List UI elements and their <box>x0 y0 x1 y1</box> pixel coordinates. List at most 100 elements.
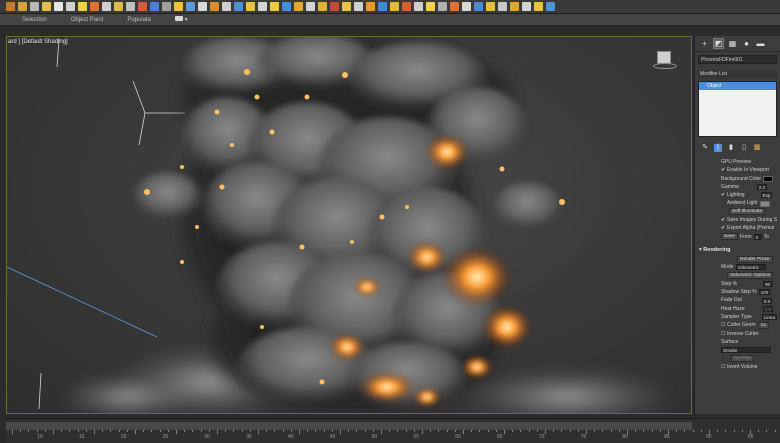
pivot-icon[interactable] <box>174 2 183 11</box>
window-crossing-icon[interactable] <box>114 2 123 11</box>
unlink-icon[interactable] <box>42 2 51 11</box>
scale-icon[interactable] <box>150 2 159 11</box>
configure-sets-icon[interactable]: ▩ <box>753 144 761 152</box>
particle-icon[interactable] <box>486 2 495 11</box>
cutter-geom-checkbox[interactable]: ☐ Cutter Geom Sc <box>721 321 780 329</box>
viewport-label[interactable]: ard ] [Default Shading] <box>8 39 68 45</box>
make-unique-icon[interactable]: ▮ <box>727 144 735 152</box>
activeshade-icon[interactable] <box>390 2 399 11</box>
timeline-tick <box>372 430 374 432</box>
cutter-geom-button[interactable]: Sc <box>757 321 770 329</box>
inverse-cutter-checkbox[interactable]: ☐ Inverse Cutter <box>721 330 780 338</box>
filter-icon[interactable] <box>66 2 75 11</box>
perspective-viewport[interactable]: ard ] [Default Shading] <box>6 36 692 414</box>
named-selection-icon[interactable] <box>246 2 255 11</box>
ambient-light-swatch[interactable] <box>759 200 770 207</box>
surface-dropdown[interactable]: Smoke <box>721 347 771 354</box>
render-icon[interactable] <box>366 2 375 11</box>
material-editor-icon[interactable] <box>330 2 339 11</box>
mode-dropdown[interactable]: Volumetric <box>735 264 766 271</box>
viewcube[interactable] <box>653 49 677 69</box>
ribbon-options-icon[interactable]: ▾ <box>175 16 188 23</box>
spinner-snap-icon[interactable] <box>234 2 243 11</box>
placement-icon[interactable] <box>162 2 171 11</box>
light-icon[interactable] <box>426 2 435 11</box>
pin-stack-icon[interactable]: ✎ <box>701 144 709 152</box>
move-icon[interactable] <box>126 2 135 11</box>
phoenix-icon[interactable] <box>402 2 411 11</box>
create-tab-icon[interactable]: + <box>700 39 709 48</box>
help-icon[interactable] <box>546 2 555 11</box>
enable-in-viewport-checkbox[interactable]: ✔ Enable In Viewport <box>721 166 780 174</box>
fade-out-field[interactable]: 0.0 <box>761 297 773 304</box>
angle-snap-icon[interactable] <box>210 2 219 11</box>
curve-editor-icon[interactable] <box>306 2 315 11</box>
force-icon[interactable] <box>498 2 507 11</box>
timeline-ruler[interactable]: 10 15 20 25 30 35 40 45 50 55 60 65 70 75 80 85 90 95 <box>6 430 780 443</box>
schematic-icon[interactable] <box>318 2 327 11</box>
ribbon-tab-selection[interactable]: Selection <box>22 17 47 23</box>
snap-icon[interactable] <box>198 2 207 11</box>
save-images-checkbox[interactable]: ✔ Save Images During S <box>721 216 780 224</box>
from-field[interactable]: 0 <box>753 233 762 240</box>
rect-select-icon[interactable] <box>102 2 111 11</box>
vray-icon[interactable] <box>414 2 423 11</box>
wind-icon[interactable] <box>510 2 519 11</box>
render-frame-icon[interactable] <box>354 2 363 11</box>
modify-tab-icon[interactable]: ◩ <box>713 38 724 49</box>
volumetric-options-button[interactable]: Volumetric Options <box>727 272 774 280</box>
drag-icon[interactable] <box>534 2 543 11</box>
background-color-swatch[interactable] <box>763 175 774 182</box>
modifier-list-dropdown[interactable]: Modifier List <box>698 70 777 79</box>
rendering-rollout-header[interactable]: ▾ Rendering <box>695 246 780 255</box>
align-icon[interactable] <box>270 2 279 11</box>
ribbon-tab-populate[interactable]: Populate <box>127 17 151 23</box>
step-field[interactable]: 90 <box>763 281 774 287</box>
fire-source-icon[interactable] <box>450 2 459 11</box>
ribbon-tab-object-paint[interactable]: Object Paint <box>71 17 104 23</box>
heat-haze-field[interactable]: 1.0 <box>762 305 774 312</box>
layer-explorer-icon[interactable] <box>294 2 303 11</box>
modifier-stack[interactable]: Object <box>698 81 777 137</box>
save-button[interactable]: Save <box>721 233 738 241</box>
redo-icon[interactable] <box>18 2 27 11</box>
select-icon[interactable] <box>78 2 87 11</box>
display-tab-icon[interactable]: ▬ <box>756 39 765 48</box>
simulator-icon[interactable] <box>462 2 471 11</box>
gpu-preview-rollout: GPU Preview ✔ Enable In Viewport Backgrou… <box>695 158 780 241</box>
bind-icon[interactable] <box>54 2 63 11</box>
lighting-mode-dropdown[interactable]: Exp <box>760 192 773 199</box>
invert-volume-checkbox[interactable]: ☐ Invert Volume <box>721 363 780 371</box>
select-manipulate-icon[interactable] <box>186 2 195 11</box>
sampler-type-dropdown[interactable]: Linea <box>761 314 778 321</box>
timeline-tick <box>684 430 686 432</box>
shadow-step-field[interactable]: 100 <box>758 289 771 296</box>
self-illuminate-button[interactable]: Self Illuminate <box>729 208 766 216</box>
viewcube-face[interactable] <box>657 51 671 64</box>
remove-modifier-icon[interactable]: ▯ <box>740 144 748 152</box>
render-preset-button[interactable]: Render Prese <box>737 255 773 263</box>
lighting-checkbox[interactable]: ✔ Lighting Exp <box>721 191 780 199</box>
show-end-result-icon[interactable]: | <box>714 143 722 152</box>
timeline[interactable]: 10 15 20 25 30 35 40 45 50 55 60 65 70 75 80 85 90 95 <box>6 418 780 443</box>
mirror-icon[interactable] <box>258 2 267 11</box>
select-name-icon[interactable] <box>90 2 99 11</box>
vortex-icon[interactable] <box>522 2 531 11</box>
render-setup-icon[interactable] <box>342 2 351 11</box>
no-plus-button[interactable]: No Plus <box>731 355 754 363</box>
time-slider-track[interactable] <box>6 422 692 430</box>
export-alpha-checkbox[interactable]: ✔ Export Alpha (Premul <box>721 224 780 232</box>
camera-icon[interactable] <box>438 2 447 11</box>
scene-explorer-icon[interactable] <box>282 2 291 11</box>
gamma-field[interactable]: 2.2 <box>756 184 768 191</box>
stack-item-object[interactable]: Object <box>699 82 776 90</box>
object-name-field[interactable]: PhoenixFDFire001 <box>698 55 777 64</box>
liquid-icon[interactable] <box>474 2 483 11</box>
rotate-icon[interactable] <box>138 2 147 11</box>
link-icon[interactable] <box>30 2 39 11</box>
motion-tab-icon[interactable]: ● <box>742 39 751 48</box>
undo-icon[interactable] <box>6 2 15 11</box>
percent-snap-icon[interactable] <box>222 2 231 11</box>
render-iterative-icon[interactable] <box>378 2 387 11</box>
hierarchy-tab-icon[interactable]: ▦ <box>728 39 737 48</box>
